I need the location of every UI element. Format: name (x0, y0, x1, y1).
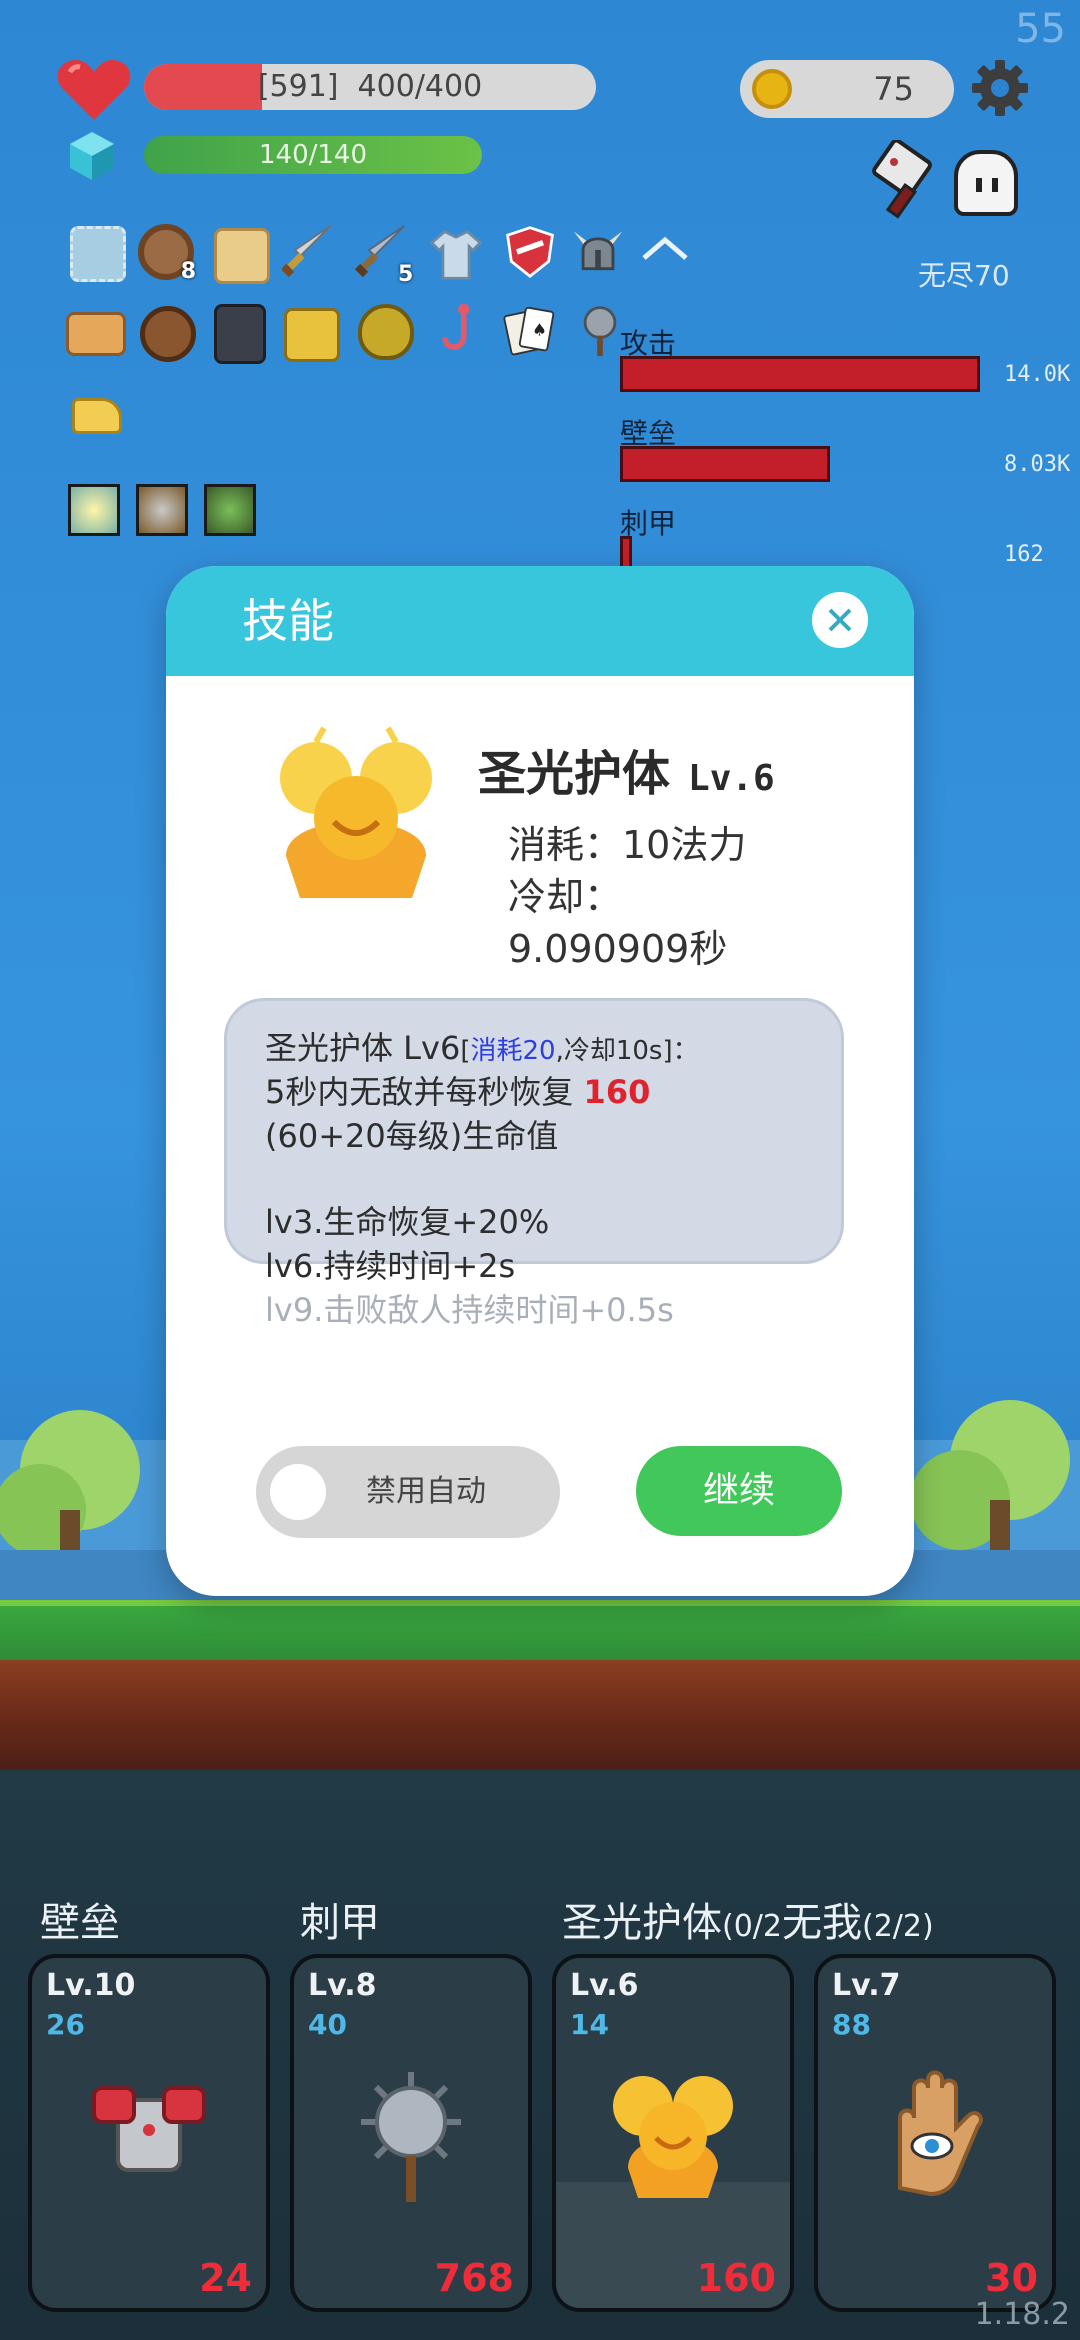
dialog-header: 技能 (166, 566, 914, 676)
dialog-title: 技能 (242, 594, 334, 648)
desc-perk-2: lv6.持续时间+2s (265, 1247, 516, 1285)
skill-cost: 消耗：10法力 (508, 823, 747, 867)
skill-cooldown-value: 9.090909秒 (508, 927, 728, 971)
desc-head: 圣光护体 Lv6 (265, 1029, 461, 1067)
skill-name: 圣光护体 Lv.6 (478, 734, 775, 804)
desc-cd: ,冷却10s]： (555, 1036, 699, 1066)
holy-light-icon (280, 726, 432, 898)
skill-level: Lv.6 (688, 758, 775, 799)
toggle-knob (270, 1464, 326, 1520)
close-icon (828, 608, 852, 632)
desc-effect: 5秒内无敌并每秒恢复 160 (265, 1067, 650, 1113)
desc-header: 圣光护体 Lv6[消耗20,冷却10s]： (265, 1023, 699, 1069)
toggle-label: 禁用自动 (366, 1474, 486, 1509)
disable-auto-toggle[interactable]: 禁用自动 (256, 1446, 560, 1538)
desc-perk-1: lv3.生命恢复+20% (265, 1203, 550, 1241)
continue-button[interactable]: 继续 (636, 1446, 842, 1536)
desc-effect-text: 5秒内无敌并每秒恢复 (265, 1073, 584, 1111)
desc-heal-value: 160 (583, 1073, 651, 1111)
skill-dialog-overlay: 技能 圣光护体 Lv.6 消耗：10法力 冷却： 9.090909秒 圣光护体 (0, 0, 1080, 2340)
skill-dialog: 技能 圣光护体 Lv.6 消耗：10法力 冷却： 9.090909秒 圣光护体 (166, 566, 914, 1596)
skill-name-text: 圣光护体 (478, 746, 671, 802)
desc-bracket: [ (460, 1036, 471, 1066)
skill-cooldown-label: 冷却： (508, 875, 623, 919)
desc-formula: (60+20每级)生命值 (265, 1117, 559, 1155)
skill-description: 圣光护体 Lv6[消耗20,冷却10s]： 5秒内无敌并每秒恢复 160 (60… (224, 998, 844, 1329)
desc-perk-3: lv9.击败敌人持续时间+0.5s (265, 1291, 674, 1329)
desc-cost: 消耗20 (470, 1036, 556, 1066)
close-button[interactable] (812, 592, 868, 648)
